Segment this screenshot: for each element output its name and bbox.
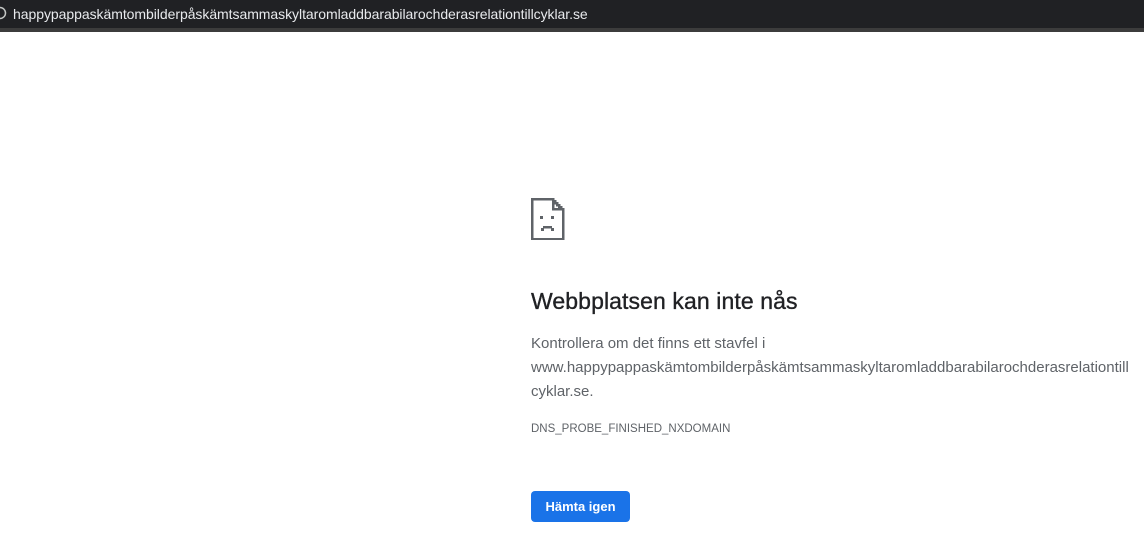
error-title: Webbplatsen kan inte nås [531, 288, 798, 314]
description-line-1: Kontrollera om det finns ett stavfel i [531, 335, 766, 352]
sad-document-icon [531, 198, 565, 240]
reload-button[interactable]: Hämta igen [531, 491, 630, 522]
address-bar[interactable]: happypappaskämtombilderpåskämtsammaskylt… [0, 0, 1144, 28]
toolbar-divider [0, 28, 1144, 32]
url-text[interactable]: happypappaskämtombilderpåskämtsammaskylt… [13, 5, 588, 23]
description-line-2: www.happypappaskämtombilderpåskämtsammas… [531, 359, 1129, 376]
error-code: DNS_PROBE_FINISHED_NXDOMAIN [531, 423, 731, 435]
info-icon[interactable] [0, 6, 7, 20]
error-description: Kontrollera om det finns ett stavfel i w… [531, 332, 1134, 404]
description-line-3: cyklar.se. [531, 383, 594, 400]
